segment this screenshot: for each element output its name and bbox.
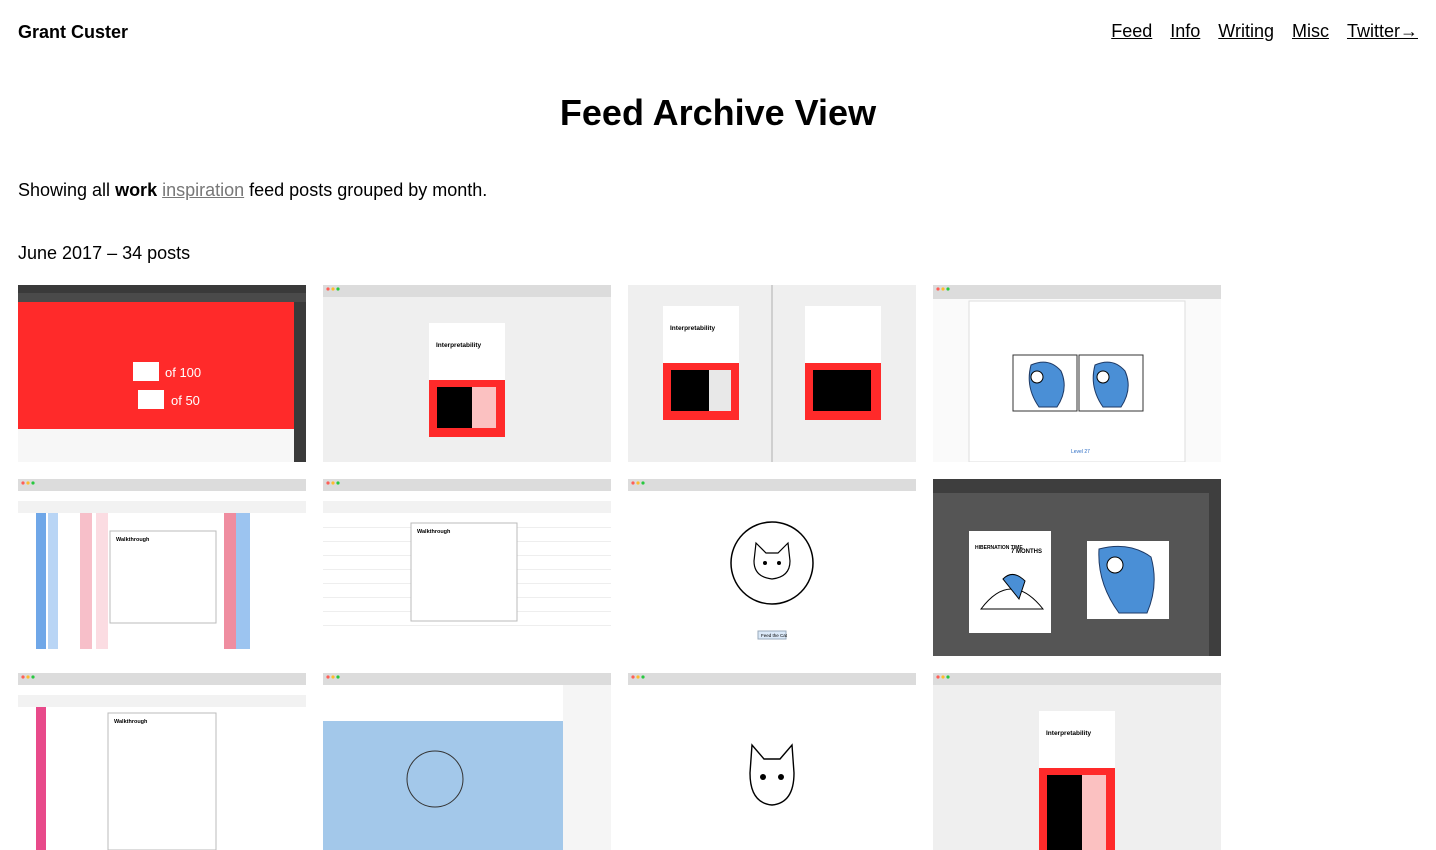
thumb-text: Walkthrough: [114, 719, 148, 725]
thumb-text: Interpretability: [1046, 730, 1092, 737]
thumbnail[interactable]: HIBERNATION TIME 7 MONTHS: [933, 479, 1221, 656]
thumbnail[interactable]: Walkthrough: [18, 479, 306, 656]
thumb-text: of 50: [171, 393, 200, 408]
nav-feed[interactable]: Feed: [1111, 21, 1152, 42]
intro-prefix: Showing all: [18, 180, 116, 200]
thumb-text: of 100: [165, 365, 201, 380]
thumbnail[interactable]: of 100 of 50: [18, 285, 306, 462]
thumb-text: Level 27: [1071, 449, 1090, 455]
intro-link[interactable]: inspiration: [162, 180, 244, 200]
thumb-text: Interpretability: [436, 342, 482, 349]
intro-strong: work: [115, 180, 158, 200]
thumbnail-grid: of 100 of 50 Interpretability Interpreta…: [18, 285, 1221, 850]
thumbnail[interactable]: [628, 673, 916, 850]
thumbnail[interactable]: Interpretability: [323, 285, 611, 462]
intro-suffix: feed posts grouped by month.: [244, 180, 488, 200]
main-nav: Feed Info Writing Misc Twitter→: [1111, 21, 1418, 42]
nav-twitter[interactable]: Twitter→: [1347, 21, 1418, 42]
intro-text: Showing all work inspiration feed posts …: [18, 180, 487, 201]
thumb-text: Feed the Cat: [761, 633, 788, 638]
nav-info[interactable]: Info: [1170, 21, 1200, 42]
thumbnail[interactable]: Feed the Cat: [628, 479, 916, 656]
page-title: Feed Archive View: [559, 92, 877, 133]
thumb-text: Walkthrough: [116, 537, 150, 543]
thumbnail[interactable]: Interpretability: [628, 285, 916, 462]
thumbnail[interactable]: [323, 673, 611, 850]
site-title[interactable]: Grant Custer: [18, 22, 128, 43]
thumb-text: Walkthrough: [417, 529, 451, 535]
nav-misc[interactable]: Misc: [1292, 21, 1329, 42]
site-header: Grant Custer Feed Info Writing Misc Twit…: [18, 20, 1418, 46]
thumb-text: 7 MONTHS: [1011, 549, 1042, 555]
thumb-text: Interpretability: [670, 325, 716, 332]
thumbnail[interactable]: Interpretability: [933, 673, 1221, 850]
month-heading: June 2017 – 34 posts: [18, 243, 191, 263]
thumbnail[interactable]: Walkthrough: [18, 673, 306, 850]
thumbnail-image: of 100 of 50: [18, 285, 306, 462]
thumbnail[interactable]: Level 27: [933, 285, 1221, 462]
thumbnail[interactable]: Walkthrough: [323, 479, 611, 656]
nav-writing[interactable]: Writing: [1218, 21, 1274, 42]
